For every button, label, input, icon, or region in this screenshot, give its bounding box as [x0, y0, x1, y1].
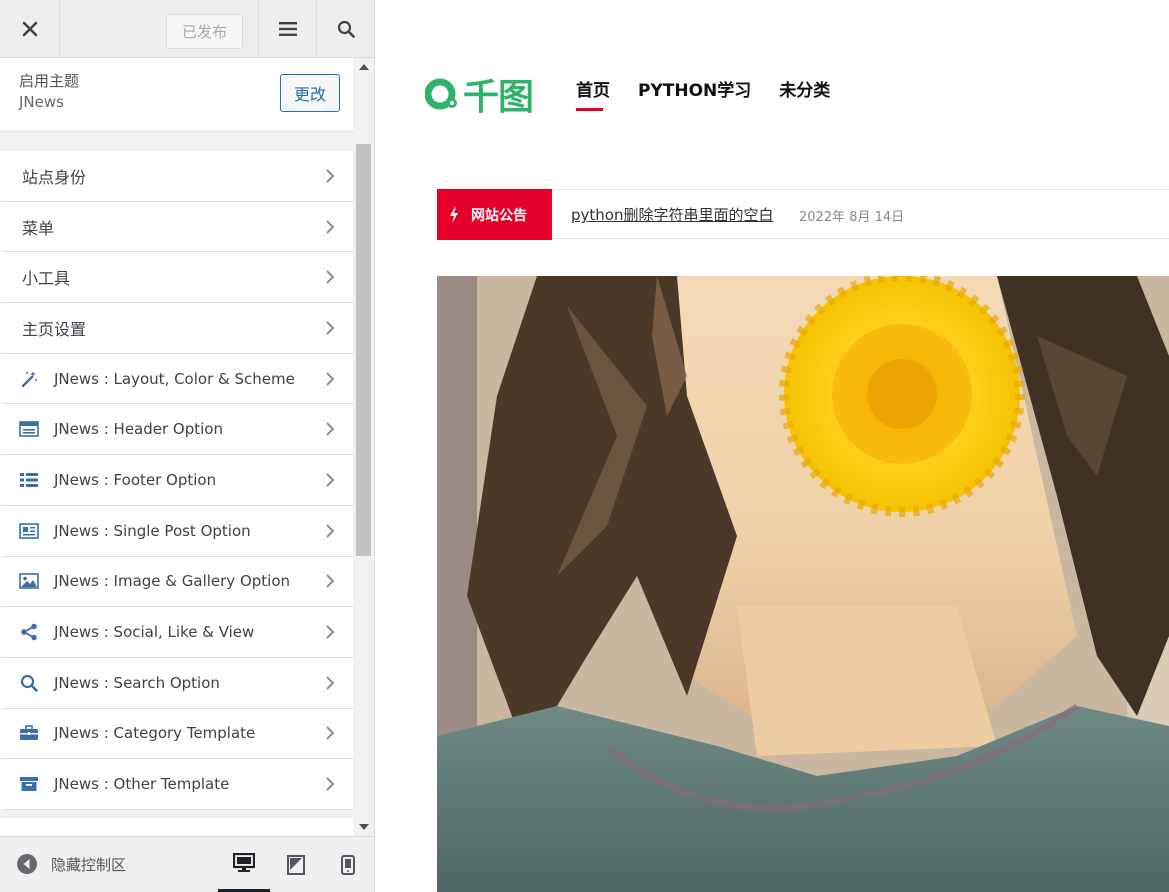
search-icon — [337, 20, 355, 38]
customizer-header: 已发布 — [0, 0, 374, 58]
panel-label: 菜单 — [22, 218, 55, 238]
scroll-up-arrow-icon[interactable] — [359, 64, 369, 70]
active-theme-name: JNews — [19, 93, 64, 111]
panel-item-partial — [0, 818, 353, 836]
search-toggle-button[interactable] — [317, 0, 374, 58]
logo-text: 千图 — [463, 77, 534, 118]
scrollbar-thumb[interactable] — [356, 144, 371, 556]
ticker-date: 2022年 8月 14日 — [799, 210, 905, 225]
panel-label: JNews : Category Template — [54, 724, 256, 743]
panel-label: JNews : Other Template — [54, 775, 230, 794]
site-preview: 千图 首页 PYTHON学习 未分类 网站公告 python删除字符串里面的空白… — [375, 0, 1169, 892]
hide-controls-button[interactable]: 隐藏控制区 — [16, 853, 126, 875]
archive-icon — [18, 775, 40, 793]
customizer-footer: 隐藏控制区 — [0, 836, 374, 892]
nav-home[interactable]: 首页 — [576, 76, 610, 111]
customizer-panel-list: 站点身份 菜单 小工具 主页设置 JNews : Layout, Color &… — [0, 151, 353, 810]
nav-uncategorized[interactable]: 未分类 — [779, 76, 830, 101]
header-layout-icon — [18, 420, 40, 438]
panel-label: JNews : Footer Option — [54, 470, 217, 489]
painting-girl-with-flower-image — [437, 276, 1169, 892]
list-icon — [18, 471, 40, 489]
chevron-right-icon — [326, 726, 335, 741]
nav-python[interactable]: PYTHON学习 — [638, 76, 751, 101]
active-theme-section: 启用主题 JNews 更改 — [0, 58, 353, 132]
menu-toggle-button[interactable] — [258, 0, 317, 58]
panel-jnews-category-template[interactable]: JNews : Category Template — [0, 708, 353, 760]
preview-tablet-button[interactable] — [270, 837, 322, 892]
newspaper-icon — [18, 522, 40, 540]
chevron-right-icon — [326, 777, 335, 791]
panel-jnews-footer-option[interactable]: JNews : Footer Option — [0, 455, 353, 506]
search-icon — [18, 674, 40, 692]
briefcase-icon — [18, 724, 40, 742]
panel-label: JNews : Header Option — [54, 420, 223, 439]
chevron-right-icon — [326, 676, 335, 690]
panel-homepage-settings[interactable]: 主页设置 — [0, 303, 353, 354]
panel-widgets[interactable]: 小工具 — [0, 252, 353, 304]
panel-jnews-header-option[interactable]: JNews : Header Option — [0, 404, 353, 456]
scroll-down-arrow-icon[interactable] — [359, 824, 369, 830]
chevron-right-icon — [326, 321, 335, 335]
publish-button[interactable]: 已发布 — [166, 14, 243, 49]
close-customizer-button[interactable] — [0, 0, 60, 58]
panel-label: JNews : Search Option — [54, 673, 220, 692]
chevron-right-icon — [326, 169, 335, 183]
customizer-sidebar: 已发布 启用主题 JNews 更改 站点身份 菜单 小工具 主页设置 JNews… — [0, 0, 375, 892]
magic-wand-icon — [18, 370, 40, 388]
hamburger-icon — [278, 22, 297, 36]
panel-jnews-social-like-view[interactable]: JNews : Social, Like & View — [0, 607, 353, 658]
panel-label: JNews : Single Post Option — [54, 521, 251, 540]
panel-jnews-other-template[interactable]: JNews : Other Template — [0, 759, 353, 810]
panel-label: JNews : Layout, Color & Scheme — [54, 369, 295, 388]
panel-label: JNews : Image & Gallery Option — [54, 572, 291, 591]
main-navigation: 首页 PYTHON学习 未分类 — [576, 76, 858, 111]
mobile-icon — [341, 855, 355, 875]
chevron-right-icon — [326, 625, 335, 639]
sidebar-scrollbar[interactable] — [354, 58, 374, 836]
preview-mobile-button[interactable] — [322, 837, 374, 892]
chevron-right-icon — [326, 219, 335, 234]
panel-jnews-layout-color-scheme[interactable]: JNews : Layout, Color & Scheme — [0, 353, 353, 405]
panel-jnews-image-gallery-option[interactable]: JNews : Image & Gallery Option — [0, 556, 353, 608]
lightning-icon — [450, 206, 458, 223]
share-icon — [18, 623, 40, 641]
ticker-headline-link[interactable]: python删除字符串里面的空白 — [571, 204, 773, 225]
site-logo[interactable]: 千图 — [425, 68, 534, 120]
featured-post-image[interactable] — [437, 276, 1169, 892]
hide-controls-label: 隐藏控制区 — [51, 855, 127, 874]
collapse-arrow-icon — [17, 854, 37, 874]
ticker-badge: 网站公告 — [437, 189, 552, 240]
chevron-right-icon — [326, 270, 335, 284]
panel-menus[interactable]: 菜单 — [0, 201, 353, 253]
chevron-right-icon — [326, 574, 335, 589]
chevron-right-icon — [326, 523, 335, 538]
active-theme-label: 启用主题 — [19, 72, 80, 90]
chevron-right-icon — [326, 371, 335, 386]
news-ticker: 网站公告 python删除字符串里面的空白 2022年 8月 14日 — [437, 189, 1169, 240]
change-theme-button[interactable]: 更改 — [280, 74, 340, 112]
preview-desktop-button[interactable] — [218, 837, 270, 892]
logo-mark-icon — [425, 78, 457, 110]
chevron-right-icon — [326, 473, 335, 487]
panel-label: JNews : Social, Like & View — [54, 623, 255, 642]
panel-label: 小工具 — [22, 269, 71, 289]
desktop-icon — [233, 853, 255, 872]
panel-site-identity[interactable]: 站点身份 — [0, 151, 353, 202]
panel-label: 主页设置 — [22, 319, 87, 339]
chevron-right-icon — [326, 422, 335, 436]
panel-jnews-single-post-option[interactable]: JNews : Single Post Option — [0, 505, 353, 557]
panel-label: 站点身份 — [22, 167, 87, 187]
panel-jnews-search-option[interactable]: JNews : Search Option — [0, 657, 353, 709]
close-icon — [22, 21, 37, 37]
tablet-icon — [287, 855, 305, 875]
ticker-badge-label: 网站公告 — [471, 207, 527, 224]
image-icon — [18, 572, 40, 590]
